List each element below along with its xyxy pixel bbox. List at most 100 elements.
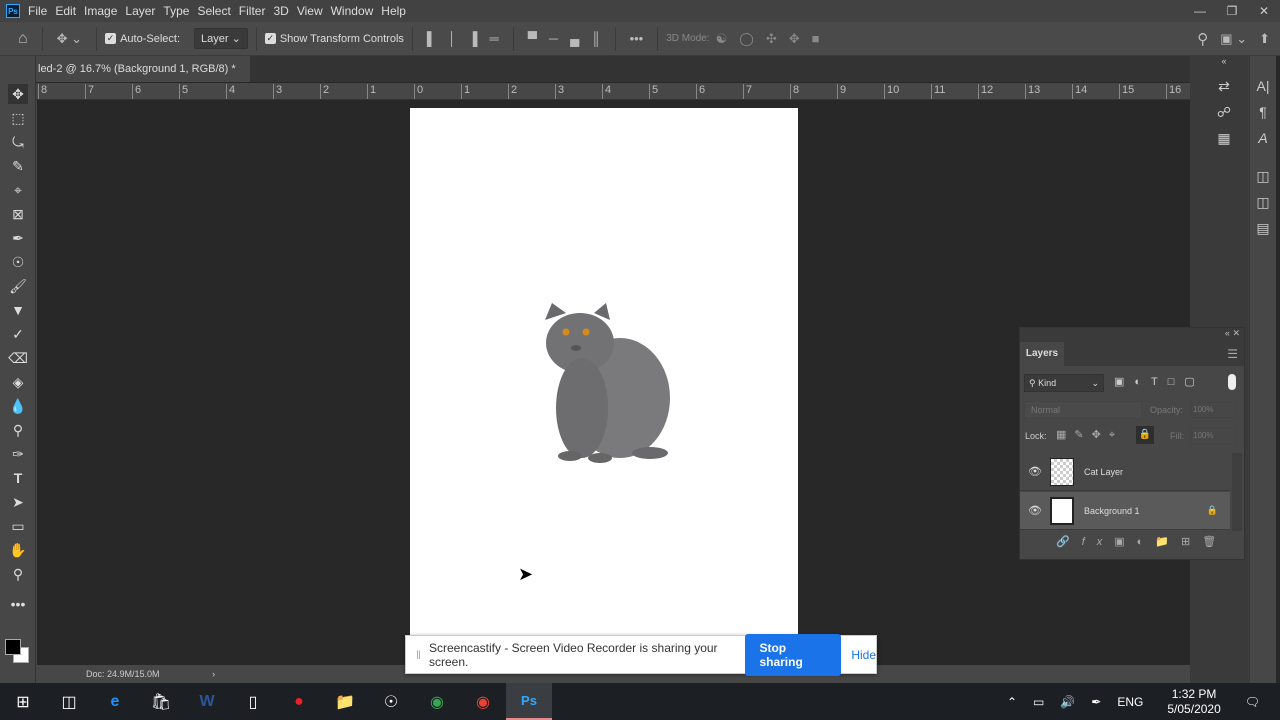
menu-filter[interactable]: Filter [239, 4, 274, 18]
filter-kind-dropdown[interactable]: ⚲ Kind ⌄ [1024, 374, 1104, 392]
layer-footer-icons[interactable]: 🔗fx▣◐📁⊞🗑 [1056, 535, 1228, 548]
hide-button[interactable]: Hide [851, 648, 876, 662]
menu-file[interactable]: File [28, 4, 55, 18]
glyphs-panel-icon[interactable]: A [1253, 130, 1273, 146]
stop-sharing-button[interactable]: Stop sharing [745, 633, 842, 676]
hand-tool-icon[interactable]: ✋ [8, 540, 28, 560]
task-view-icon[interactable]: ◫ [46, 683, 92, 720]
properties-panel-icon[interactable]: ◫ [1253, 194, 1273, 211]
type-tool-icon[interactable]: T [8, 468, 28, 488]
close-icon[interactable]: ✕ [1248, 0, 1280, 22]
paragraph-panel-icon[interactable]: ¶ [1253, 104, 1273, 120]
show-transform-checkbox[interactable]: ✓ [264, 33, 276, 44]
battery-icon[interactable]: ▭ [1033, 695, 1044, 709]
distribute-vertical-icon[interactable]: ║ [591, 31, 600, 46]
more-icon[interactable]: ••• [630, 31, 644, 46]
chrome-profile-icon[interactable]: ◉ [460, 683, 506, 720]
search-icon[interactable]: ⚲ [1197, 30, 1208, 48]
lasso-tool-icon[interactable]: ⤿ [8, 132, 28, 152]
menu-help[interactable]: Help [381, 4, 414, 18]
volume-icon[interactable]: 🔊 [1060, 695, 1075, 709]
app-icon[interactable]: ● [276, 683, 322, 720]
edge-icon[interactable]: e [92, 683, 138, 720]
lock-all-icon[interactable]: 🔒 [1136, 426, 1154, 444]
visibility-eye-icon[interactable]: 👁 [1020, 465, 1050, 478]
3d-camera-icon[interactable]: ■ [812, 31, 820, 46]
filter-toggle[interactable] [1228, 374, 1236, 390]
menu-layer[interactable]: Layer [125, 4, 163, 18]
menu-3d[interactable]: 3D [273, 4, 296, 18]
layers-tab[interactable]: Layers [1020, 342, 1064, 366]
align-right-icon[interactable]: ▐ [468, 31, 477, 46]
workspace-icon[interactable]: ▣ ⌄ [1220, 31, 1247, 47]
history-panel-icon[interactable]: ⇄ [1214, 78, 1234, 95]
menu-edit[interactable]: Edit [55, 4, 84, 18]
edit-toolbar-icon[interactable]: ••• [8, 594, 28, 614]
store-icon[interactable]: 🛍 [138, 683, 184, 720]
rectangle-tool-icon[interactable]: ▭ [8, 516, 28, 536]
file-icon[interactable]: ▯ [230, 683, 276, 720]
auto-select-checkbox[interactable]: ✓ [105, 33, 117, 44]
notifications-icon[interactable]: 🗨 [1245, 695, 1260, 709]
healing-tool-icon[interactable]: ☉ [8, 252, 28, 272]
home-icon[interactable]: ⌂ [18, 30, 28, 48]
brush-tool-icon[interactable]: 🖌 [8, 276, 28, 296]
layer-row-cat[interactable]: 👁 Cat Layer [1020, 453, 1230, 491]
blur-tool-icon[interactable]: 💧 [8, 396, 28, 416]
align-bottom-icon[interactable]: ▄ [570, 31, 579, 46]
pen-tool-icon[interactable]: ✑ [8, 444, 28, 464]
document-canvas[interactable]: ➤ [410, 108, 798, 635]
3d-orbit-icon[interactable]: ☯ [716, 31, 728, 47]
share-icon[interactable]: ⬆ [1259, 31, 1270, 47]
minimize-icon[interactable]: — [1184, 0, 1216, 22]
collapse-icon[interactable]: « [1225, 328, 1230, 338]
distribute-icon[interactable]: ═ [489, 31, 498, 46]
adjustments-panel-icon[interactable]: ▤ [1253, 220, 1273, 237]
clock[interactable]: 1:32 PM 5/05/2020 [1159, 687, 1228, 717]
eyedropper-tool-icon[interactable]: ✒ [8, 228, 28, 248]
align-left-icon[interactable]: ▌ [427, 31, 436, 46]
lock-icons[interactable]: ▦✎✥⌖ [1056, 428, 1123, 442]
file-explorer-icon[interactable]: 📁 [322, 683, 368, 720]
menu-window[interactable]: Window [331, 4, 382, 18]
drag-handle-icon[interactable]: ‖ [416, 648, 421, 662]
marquee-tool-icon[interactable]: ⬚ [8, 108, 28, 128]
chrome-icon[interactable]: ◉ [414, 683, 460, 720]
opacity-field[interactable]: 100% [1190, 402, 1236, 418]
visibility-eye-icon[interactable]: 👁 [1020, 504, 1050, 517]
menu-image[interactable]: Image [84, 4, 125, 18]
move-tool-icon[interactable]: ✥ ⌄ [57, 31, 82, 47]
photoshop-taskbar-icon[interactable]: Ps [506, 683, 552, 720]
foreground-color-swatch[interactable] [5, 639, 21, 655]
3d-panel-icon[interactable]: ☍ [1214, 104, 1234, 121]
stamp-tool-icon[interactable]: ▼ [8, 300, 28, 320]
libraries-panel-icon[interactable]: ◫ [1253, 168, 1273, 185]
dodge-tool-icon[interactable]: ⚲ [8, 420, 28, 440]
blend-mode-dropdown[interactable]: Normal [1024, 401, 1142, 419]
swatches-panel-icon[interactable]: ▦ [1214, 130, 1234, 147]
menu-view[interactable]: View [297, 4, 331, 18]
tray-chevron-icon[interactable]: ⌃ [1007, 695, 1017, 709]
layer-row-background[interactable]: 👁 Background 1 🔒 [1020, 492, 1230, 530]
word-icon[interactable]: W [184, 683, 230, 720]
fill-field[interactable]: 100% [1190, 428, 1236, 444]
menu-type[interactable]: Type [163, 4, 197, 18]
restore-icon[interactable]: ❐ [1216, 0, 1248, 22]
xbox-icon[interactable]: ☉ [368, 683, 414, 720]
zoom-tool-icon[interactable]: ⚲ [8, 564, 28, 584]
3d-pan-icon[interactable]: ✣ [766, 31, 777, 47]
quick-select-tool-icon[interactable]: ✎ [8, 156, 28, 176]
menu-select[interactable]: Select [197, 4, 238, 18]
layers-scrollbar[interactable] [1232, 453, 1242, 531]
filter-icons[interactable]: ▣◐T□▢ [1114, 375, 1205, 388]
status-chevron-icon[interactable]: › [212, 669, 215, 679]
align-middle-icon[interactable]: ─ [549, 31, 558, 46]
frame-tool-icon[interactable]: ⊠ [8, 204, 28, 224]
document-tab[interactable]: led-2 @ 16.7% (Background 1, RGB/8) * ✕ [36, 56, 250, 101]
start-windows-icon[interactable]: ⊞ [0, 683, 46, 720]
eraser-tool-icon[interactable]: ⌫ [8, 348, 28, 368]
3d-slide-icon[interactable]: ✥ [789, 31, 800, 47]
close-panel-icon[interactable]: ✕ [1232, 328, 1240, 338]
panel-menu-icon[interactable]: ☰ [1227, 347, 1238, 361]
align-center-icon[interactable]: │ [448, 31, 456, 46]
